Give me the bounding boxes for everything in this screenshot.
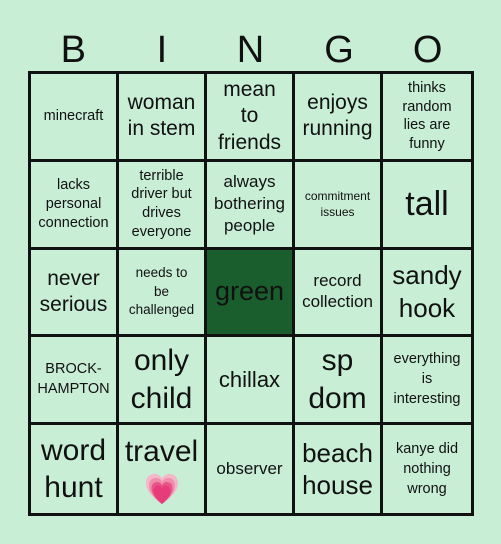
header-letter-n: N [236,29,265,71]
cell-text: tall [405,184,449,223]
free-space-cell[interactable]: green [207,249,295,338]
cell-text: BROCK-HAMPTON [37,361,110,397]
cell-text: mean to friends [217,78,282,154]
bingo-cell[interactable]: never serious [31,249,119,338]
cell-text: commitment issues [304,189,371,220]
cell-text: record collection [302,271,373,311]
bingo-cell[interactable]: chillax [207,337,295,426]
cell-text: enjoys running [302,91,373,141]
cell-text: woman in stem [127,91,196,141]
bingo-cell[interactable]: terrible driver but drives everyone [119,161,207,250]
bingo-cell[interactable]: thinks random lies are funny [383,74,471,162]
cell-text: everything is interesting [393,351,461,407]
bingo-cell[interactable]: observer [207,425,295,513]
cell-text: only child [130,344,193,415]
bingo-cell[interactable]: woman in stem [119,74,207,162]
cell-text: kanye did nothing wrong [395,440,459,498]
header-letter-i: I [156,29,168,71]
bingo-cell[interactable]: enjoys running [295,74,383,162]
bingo-cell[interactable]: word hunt [31,425,119,513]
bingo-cell[interactable]: sp dom [295,337,383,426]
bingo-cell[interactable]: everything is interesting [383,337,471,426]
bingo-cell[interactable]: always bothering people [207,161,295,250]
cell-text: observer [216,459,283,479]
cell-text: green [214,276,285,307]
cell-text: word hunt [40,433,107,505]
cell-text: terrible driver but drives everyone [131,167,192,241]
bingo-cell[interactable]: lacks personal connection [31,161,119,250]
bingo-cell[interactable]: minecraft [31,74,119,162]
bingo-cell[interactable]: kanye did nothing wrong [383,425,471,513]
bingo-cell[interactable]: sandy hook [383,250,471,338]
cell-text: needs to be challenged [128,265,195,318]
bingo-cell[interactable]: needs to be challenged [119,249,207,338]
bingo-cell[interactable]: record collection [295,249,383,338]
bingo-cell[interactable]: tall [383,162,471,250]
cell-text: travel [124,435,199,469]
header-letter-g: G [324,29,354,71]
cell-text: thinks random lies are funny [402,79,452,153]
header-letter-o: O [412,29,443,71]
bingo-cell[interactable]: mean to friends [207,74,295,162]
header-letter-b: B [60,29,86,71]
cell-text: lacks personal connection [38,176,109,231]
bingo-cell[interactable]: commitment issues [295,161,383,250]
bingo-header: B I N G O [29,28,472,72]
cell-text: sp dom [308,344,367,415]
bingo-cell[interactable]: only child [119,337,207,426]
cell-text: never serious [39,266,108,316]
growing-heart-icon [145,473,178,504]
cell-text: sandy hook [392,260,462,323]
cell-text: chillax [218,367,281,393]
bingo-board: minecraft woman in stem mean to friends … [28,71,474,516]
cell-text: minecraft [43,107,104,124]
bingo-cell[interactable]: travel [119,425,207,513]
cell-text: always bothering people [214,172,285,236]
bingo-cell[interactable]: BROCK-HAMPTON [31,337,119,426]
cell-text: beach house [302,437,373,501]
bingo-cell[interactable]: beach house [295,425,383,513]
